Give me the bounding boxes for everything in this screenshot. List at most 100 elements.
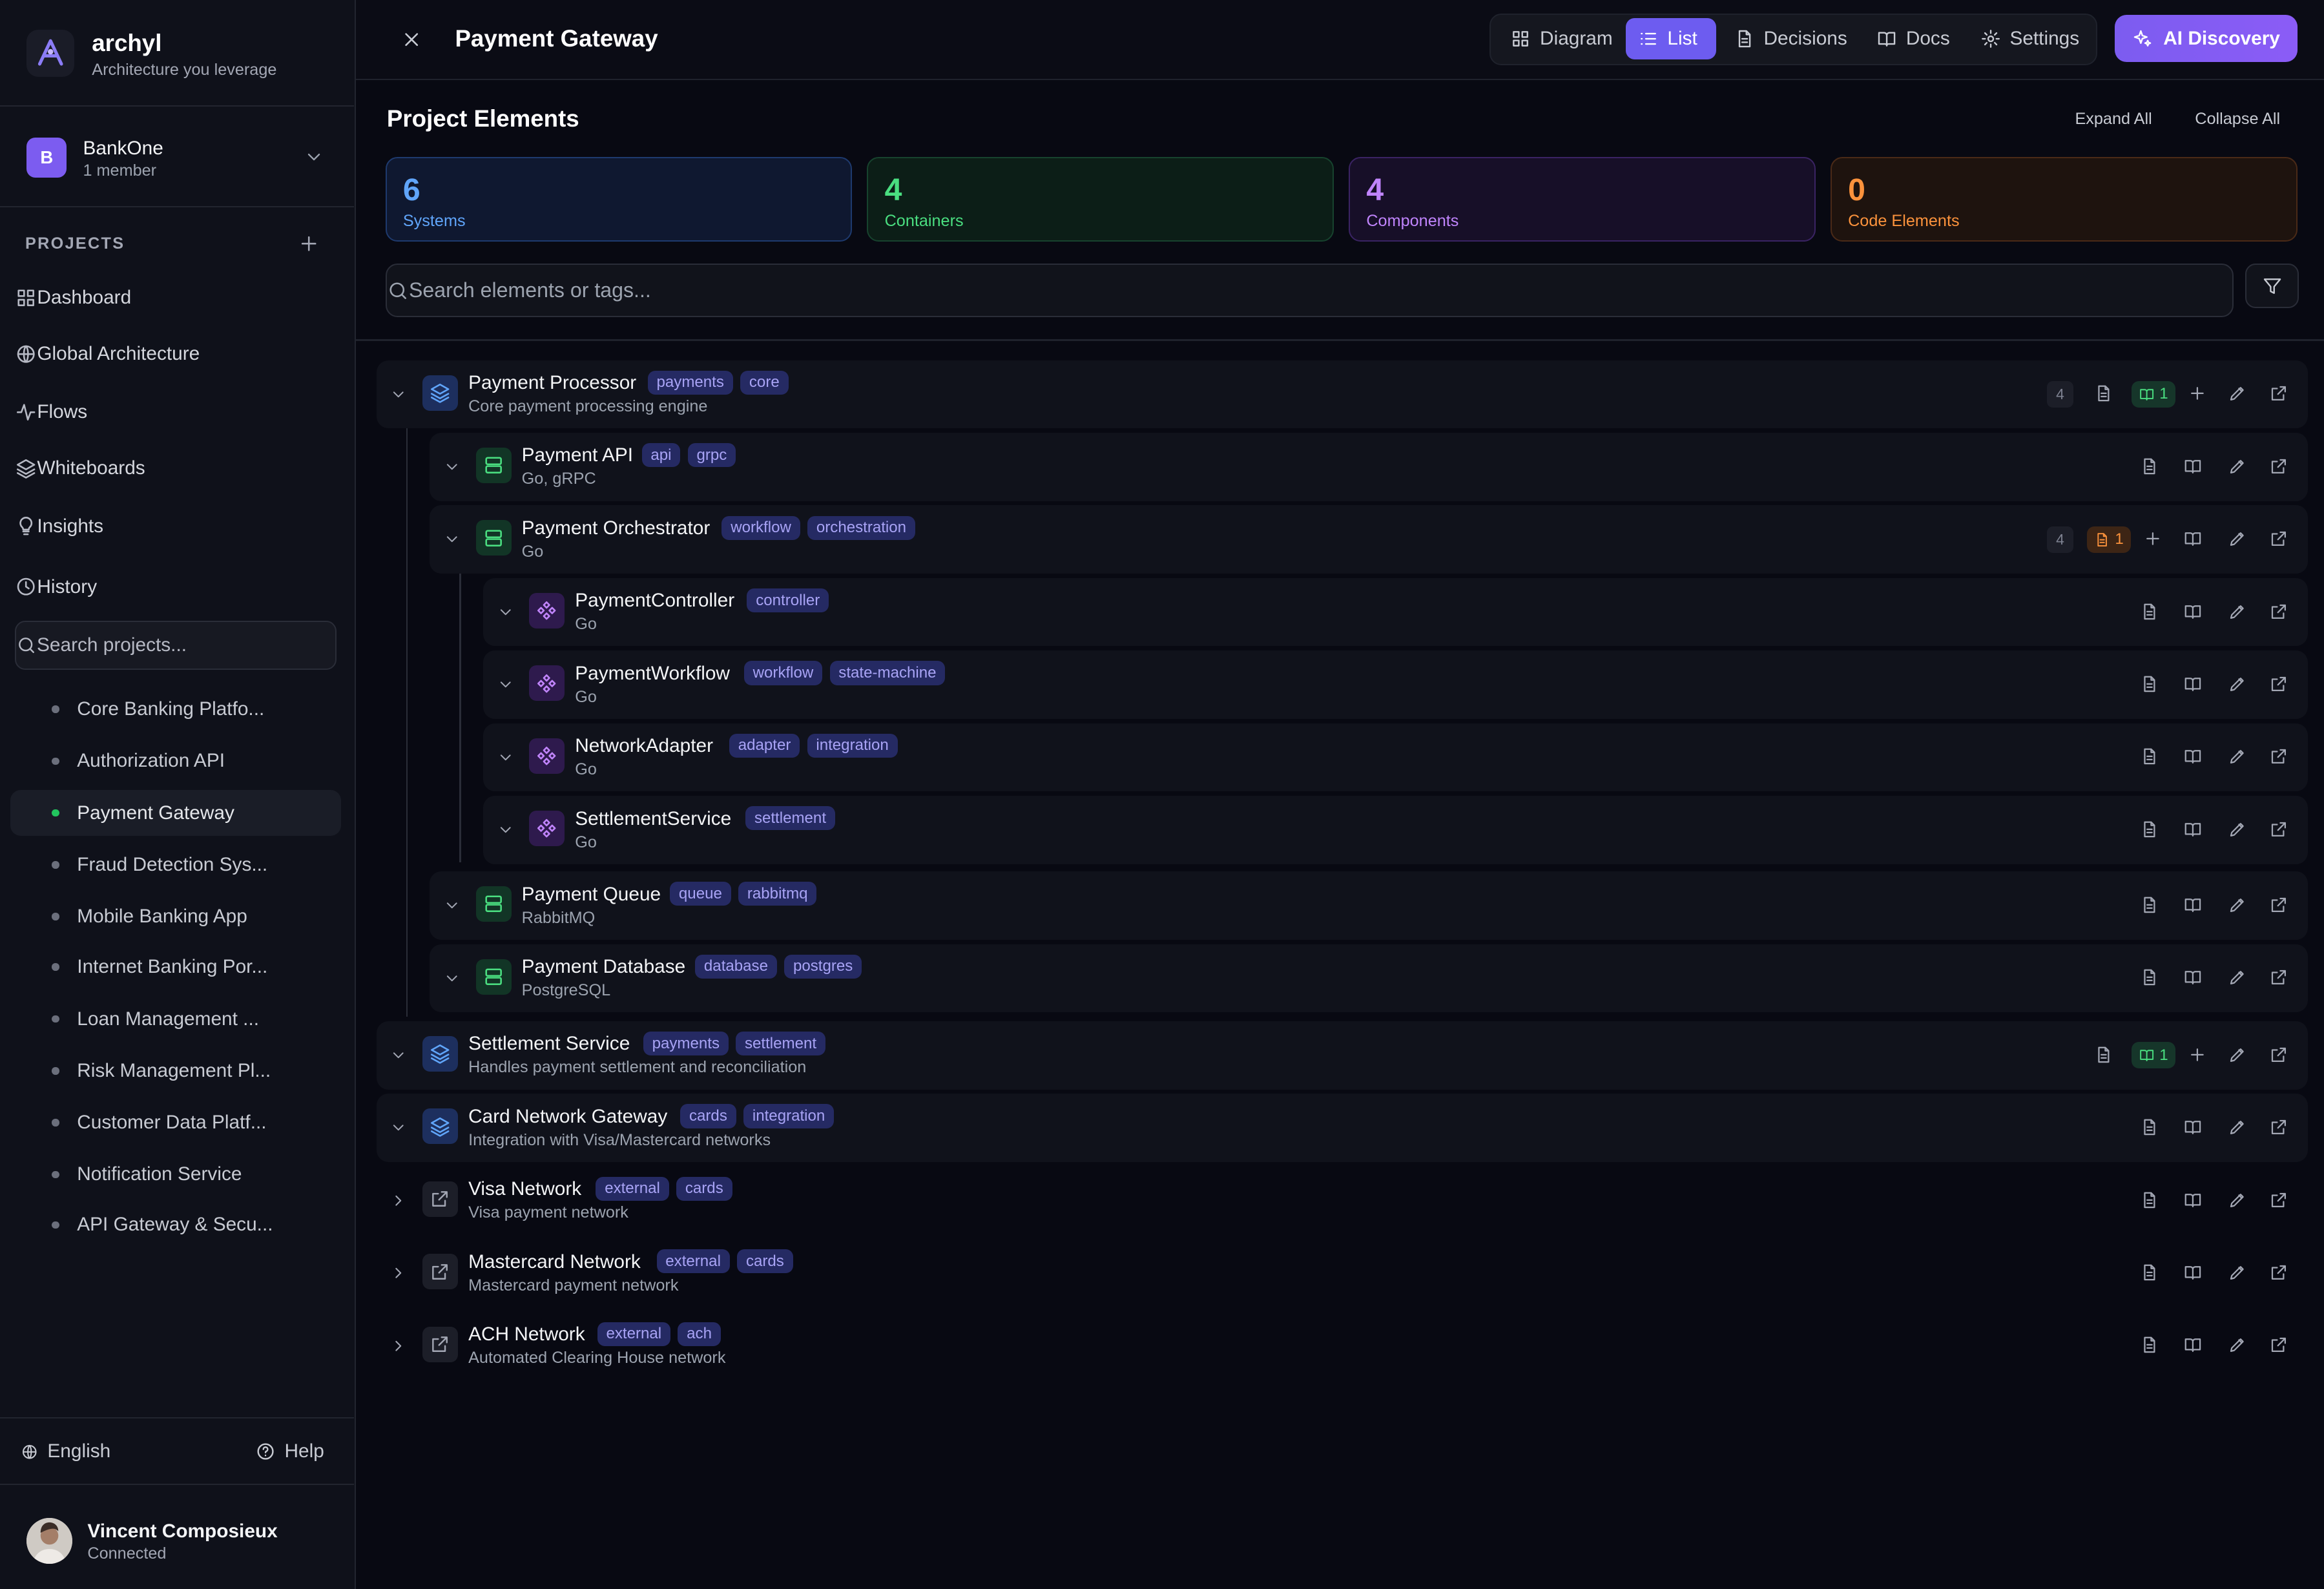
book-open-icon[interactable] — [2183, 457, 2203, 476]
project-item[interactable]: API Gateway & Secu... — [10, 1202, 341, 1248]
chevron-down-icon[interactable] — [443, 458, 461, 476]
edit-pencil-icon[interactable] — [2228, 820, 2247, 839]
chevron-down-icon[interactable] — [443, 530, 461, 548]
tag[interactable]: core — [740, 370, 789, 395]
element-row-component[interactable]: NetworkAdapter Go adapter integration — [483, 723, 2308, 792]
chevron-down-icon[interactable] — [497, 676, 515, 694]
tag[interactable]: api — [641, 443, 681, 468]
file-text-icon[interactable] — [2094, 1045, 2113, 1065]
element-row-external[interactable]: ACH Network Automated Clearing House net… — [377, 1312, 2308, 1380]
nav-flows[interactable]: Flows — [15, 389, 341, 434]
external-link-icon[interactable] — [2269, 1190, 2288, 1210]
file-text-icon[interactable] — [2140, 674, 2159, 694]
tag[interactable]: external — [597, 1322, 670, 1346]
tag[interactable]: workflow — [721, 515, 800, 540]
file-text-icon[interactable] — [2140, 1263, 2159, 1282]
help-link[interactable]: Help — [255, 1440, 324, 1462]
decisions-count-badge[interactable]: 1 — [2086, 526, 2132, 553]
edit-pencil-icon[interactable] — [2228, 1190, 2247, 1210]
chevron-down-icon[interactable] — [497, 821, 515, 839]
tab-decisions[interactable]: Decisions — [1722, 18, 1859, 59]
book-open-icon[interactable] — [2183, 1117, 2203, 1137]
chevron-right-icon[interactable] — [389, 1192, 408, 1210]
expand-all-button[interactable]: Expand All — [2075, 110, 2152, 129]
file-text-icon[interactable] — [2140, 457, 2159, 476]
tag[interactable]: database — [695, 954, 777, 979]
tag[interactable]: cards — [676, 1176, 732, 1201]
edit-pencil-icon[interactable] — [2228, 895, 2247, 915]
element-row-system[interactable]: Payment Processor Core payment processin… — [376, 360, 2308, 429]
avatar[interactable] — [26, 1517, 73, 1564]
chevron-right-icon[interactable] — [389, 1337, 408, 1355]
tag[interactable]: payments — [647, 370, 733, 395]
file-text-icon[interactable] — [2140, 1335, 2159, 1355]
edit-pencil-icon[interactable] — [2228, 602, 2247, 621]
external-link-icon[interactable] — [2269, 747, 2288, 766]
element-row-external[interactable]: Visa Network Visa payment network extern… — [377, 1167, 2308, 1235]
element-row-system[interactable]: Settlement Service Handles payment settl… — [376, 1021, 2308, 1090]
add-project-icon[interactable] — [298, 233, 320, 254]
tag[interactable]: payments — [643, 1032, 729, 1056]
file-text-icon[interactable] — [2140, 747, 2159, 766]
project-item[interactable]: Customer Data Platf... — [10, 1100, 341, 1146]
edit-pencil-icon[interactable] — [2228, 1045, 2247, 1065]
add-icon[interactable] — [2188, 1045, 2207, 1065]
tag[interactable]: cards — [737, 1249, 793, 1274]
file-text-icon[interactable] — [2140, 968, 2159, 987]
tag[interactable]: grpc — [687, 443, 736, 468]
chevron-down-icon[interactable] — [443, 970, 461, 988]
external-link-icon[interactable] — [2269, 895, 2288, 915]
book-open-icon[interactable] — [2183, 529, 2203, 548]
tag[interactable]: state-machine — [829, 661, 946, 685]
nav-whiteboards[interactable]: Whiteboards — [15, 446, 341, 491]
tag[interactable]: workflow — [743, 661, 823, 685]
tag[interactable]: orchestration — [807, 515, 915, 540]
add-icon[interactable] — [2188, 384, 2207, 403]
element-row-container[interactable]: Payment Queue RabbitMQ queue rabbitmq — [430, 871, 2308, 940]
nav-insights[interactable]: Insights — [15, 504, 341, 548]
external-link-icon[interactable] — [2269, 674, 2288, 694]
tag[interactable]: external — [596, 1176, 669, 1201]
project-item[interactable]: Fraud Detection Sys... — [10, 842, 341, 888]
chevron-right-icon[interactable] — [389, 1264, 408, 1282]
ai-discovery-button[interactable]: AI Discovery — [2115, 14, 2298, 63]
tag[interactable]: ach — [678, 1322, 721, 1346]
chevron-down-icon[interactable] — [304, 147, 324, 167]
chevron-down-icon[interactable] — [443, 897, 461, 915]
file-text-icon[interactable] — [2140, 895, 2159, 915]
book-open-icon[interactable] — [2183, 674, 2203, 694]
element-row-container[interactable]: Payment Orchestrator Go workflow orchestr… — [430, 505, 2308, 574]
external-link-icon[interactable] — [2269, 1335, 2288, 1355]
edit-pencil-icon[interactable] — [2228, 384, 2247, 403]
external-link-icon[interactable] — [2269, 457, 2288, 476]
add-icon[interactable] — [2143, 529, 2163, 548]
element-row-component[interactable]: PaymentWorkflow Go workflow state-machine — [483, 650, 2308, 719]
tag[interactable]: settlement — [745, 806, 835, 831]
tag[interactable]: integration — [743, 1104, 835, 1128]
project-item[interactable]: Loan Management ... — [10, 996, 341, 1042]
external-link-icon[interactable] — [2269, 529, 2288, 548]
tab-settings[interactable]: Settings — [1968, 18, 2091, 59]
element-row-container[interactable]: Payment API Go, gRPC api grpc — [430, 433, 2308, 501]
tab-docs[interactable]: Docs — [1865, 18, 1962, 59]
external-link-icon[interactable] — [2269, 1263, 2288, 1282]
edit-pencil-icon[interactable] — [2228, 457, 2247, 476]
tag[interactable]: cards — [680, 1104, 736, 1128]
tag[interactable]: external — [656, 1249, 730, 1274]
book-open-icon[interactable] — [2183, 602, 2203, 621]
tag[interactable]: queue — [670, 882, 731, 906]
element-row-external[interactable]: Mastercard Network Mastercard payment ne… — [377, 1239, 2308, 1307]
tag[interactable]: settlement — [736, 1032, 825, 1056]
tag[interactable]: controller — [747, 588, 829, 613]
nav-global-architecture[interactable]: Global Architecture — [15, 332, 341, 377]
docs-count-badge[interactable]: 1 — [2131, 380, 2176, 408]
chevron-down-icon[interactable] — [389, 386, 408, 404]
external-link-icon[interactable] — [2269, 384, 2288, 403]
external-link-icon[interactable] — [2269, 602, 2288, 621]
external-link-icon[interactable] — [2269, 1117, 2288, 1137]
filter-button[interactable] — [2245, 264, 2299, 309]
project-item[interactable]: Notification Service — [10, 1152, 341, 1198]
book-open-icon[interactable] — [2183, 1263, 2203, 1282]
book-open-icon[interactable] — [2183, 1190, 2203, 1210]
tag[interactable]: adapter — [729, 733, 800, 758]
